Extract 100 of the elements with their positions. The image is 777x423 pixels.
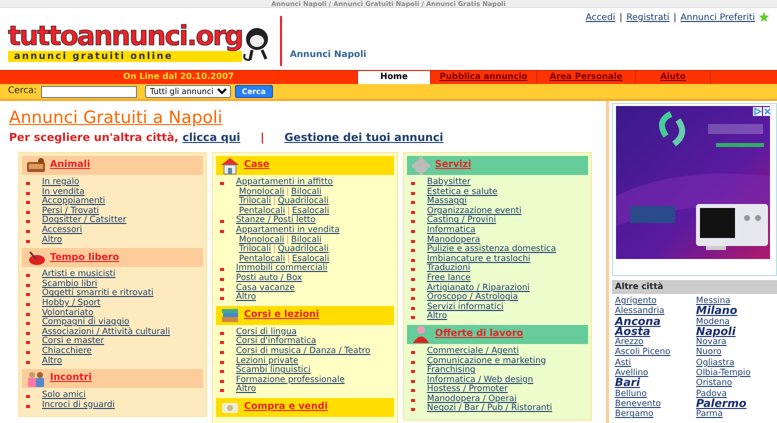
city-link[interactable]: Oristano [696, 378, 732, 389]
nav-tab[interactable]: Home [357, 71, 430, 84]
subcategory-link[interactable]: Bilocali [291, 236, 322, 246]
city-link[interactable]: Avellino [615, 368, 648, 378]
subcategory-link[interactable]: Casting / Provini [427, 216, 496, 226]
subcategory-link[interactable]: Bilocali [291, 188, 322, 198]
subcategory-link[interactable]: Scambio libri [42, 280, 98, 290]
subcategory-link[interactable]: In regalo [42, 178, 80, 188]
subcategory-link[interactable]: Chiacchiere [42, 346, 92, 356]
category-select[interactable]: Tutti gli annunci [144, 85, 231, 98]
city-link[interactable]: Nuoro [696, 347, 722, 358]
subcategory-link[interactable]: Casa vacanze [236, 284, 295, 294]
subcategory-link[interactable]: Imbiancature e traslochi [427, 254, 530, 264]
city-link[interactable]: Alessandria [615, 306, 664, 317]
subcategory-link[interactable]: Babysitter [427, 178, 471, 188]
subcategory-link[interactable]: Comunicazione e marketing [427, 356, 546, 366]
subcategory-link[interactable]: Esalocali [292, 254, 330, 264]
subcategory-link[interactable]: Corsi d'informatica [236, 337, 316, 347]
city-link[interactable]: Messina [696, 296, 730, 306]
subcategory-link[interactable]: Estetica e salute [427, 188, 498, 198]
header-link[interactable]: Registrati [626, 12, 670, 26]
subcategory-link[interactable]: Artisti e musicisti [42, 270, 116, 280]
subcategory-link[interactable]: Hobby / Sport [42, 298, 100, 309]
subcategory-link[interactable]: Informatica / Web design [427, 376, 534, 386]
subcategory-link[interactable]: Dogsitter / Catsitter [42, 216, 126, 226]
subcategory-link[interactable]: Oroscopo / Astrologia [427, 293, 518, 303]
subcategory-link[interactable]: Accoppiamenti [42, 197, 106, 207]
subcategory-link[interactable]: Monolocali [239, 188, 284, 198]
city-link[interactable]: Padova [696, 388, 727, 399]
subcategory-link[interactable]: Quadrilocali [278, 245, 329, 255]
subcategory-link[interactable]: Immobili commerciali [236, 264, 328, 274]
subcategory-link[interactable]: Monolocali [239, 236, 284, 246]
logo-text[interactable]: tuttoannunci.org [8, 23, 242, 51]
subcategory-link[interactable]: Associazioni / Attività culturali [42, 328, 170, 338]
city-link[interactable]: Palermo [696, 398, 746, 410]
subcategory-link[interactable]: Free lance [427, 274, 471, 284]
subcategory-link[interactable]: Artigianato / Riparazioni [427, 284, 530, 294]
subcategory-link[interactable]: Oggetti smarriti e ritrovati [42, 289, 154, 299]
city-link[interactable]: Napoli [696, 326, 736, 338]
city-link[interactable]: clicca qui [182, 131, 240, 145]
subcategory-link[interactable]: Commerciale / Agenti [427, 346, 519, 356]
city-link[interactable]: Ogliastra [696, 358, 734, 368]
subcategory-link[interactable]: Manodopera / Operai [427, 394, 517, 404]
subcategory-link[interactable]: Pentalocali [239, 206, 286, 216]
subcategory-link[interactable]: Massaggi [427, 197, 467, 207]
subcategory-link[interactable]: Persi / Trovati [42, 206, 99, 216]
city-link[interactable]: Parma [696, 409, 723, 420]
subcategory-link[interactable]: Manodopera [427, 236, 480, 246]
subcategory-link[interactable]: Altro [236, 385, 256, 395]
subcategory-link[interactable]: Incroci di sguardi [42, 400, 115, 410]
subcategory-link[interactable]: Compagni di viaggio [42, 318, 130, 328]
subcategory-link[interactable]: Franchising [427, 366, 476, 376]
subcategory-link[interactable]: Accessori [42, 226, 82, 236]
subcategory-link[interactable]: Organizzazione eventi [427, 206, 522, 216]
subcategory-link[interactable]: Altro [42, 236, 62, 246]
subcategory-link[interactable]: Altro [427, 312, 448, 322]
search-field[interactable] [40, 86, 137, 98]
city-link[interactable]: Belluno [615, 388, 647, 399]
subcategory-link[interactable]: Scambi linguistici [236, 366, 310, 376]
subcategory-link[interactable]: Corsi di musica / Danza / Teatro [236, 346, 370, 356]
subcategory-link[interactable]: Corsi e master [42, 337, 104, 347]
city-link[interactable]: Olbia-Tempio [696, 368, 751, 378]
city-link[interactable]: Bergamo [615, 409, 654, 420]
subcategory-link[interactable]: Appartamenti in vendita [236, 226, 340, 236]
city-link[interactable]: Ascoli Piceno [615, 347, 670, 358]
city-link[interactable]: Asti [615, 358, 631, 368]
city-link[interactable]: Aosta [615, 326, 650, 338]
city-link[interactable]: Benevento [615, 398, 661, 410]
subcategory-link[interactable]: Formazione professionale [236, 376, 345, 386]
subcategory-link[interactable]: Corsi di lingua [236, 328, 297, 338]
subcategory-link[interactable]: Servizi informatici [427, 302, 504, 312]
header-link[interactable]: Accedi [586, 12, 616, 26]
manage-ads-link[interactable]: Gestione dei tuoi annunci [284, 131, 444, 145]
subcategory-link[interactable]: Posti auto / Box [236, 274, 302, 284]
subcategory-link[interactable]: Quadrilocali [278, 197, 329, 207]
subcategory-link[interactable]: Altro [42, 356, 62, 366]
city-link[interactable]: Agrigento [615, 296, 657, 306]
subcategory-link[interactable]: Altro [236, 293, 256, 303]
subcategory-link[interactable]: Pentalocali [239, 254, 286, 264]
subcategory-link[interactable]: Traduzioni [427, 264, 470, 274]
subcategory-link[interactable]: Solo amici [42, 391, 86, 401]
subcategory-link[interactable]: Hostess / Promoter [427, 385, 508, 395]
city-link[interactable]: Ancona [615, 316, 661, 327]
subcategory-link[interactable]: Esalocali [292, 206, 330, 216]
city-link[interactable]: Milano [696, 306, 738, 317]
subcategory-link[interactable]: Informatica [427, 226, 476, 236]
subcategory-link[interactable]: Trilocali [239, 197, 271, 207]
city-link[interactable]: Bari [615, 378, 640, 389]
subcategory-link[interactable]: Negozi / Bar / Pub / Ristoranti [427, 404, 552, 414]
subcategory-link[interactable]: In vendita [42, 188, 85, 198]
city-link[interactable]: Novara [696, 337, 727, 348]
header-link[interactable]: Annunci Preferiti [680, 12, 755, 26]
subcategory-link[interactable]: Trilocali [239, 245, 271, 255]
subcategory-link[interactable]: Lezioni private [236, 356, 298, 366]
subcategory-link[interactable]: Appartamenti in affitto [236, 178, 333, 188]
subcategory-link[interactable]: Pulizie e assistenza domestica [427, 245, 556, 255]
subcategory-link[interactable]: Volontariato [42, 308, 94, 318]
city-link[interactable]: Modena [696, 316, 730, 327]
subcategory-link[interactable]: Stanze / Posti letto [236, 216, 316, 226]
city-link[interactable]: Arezzo [615, 337, 644, 348]
